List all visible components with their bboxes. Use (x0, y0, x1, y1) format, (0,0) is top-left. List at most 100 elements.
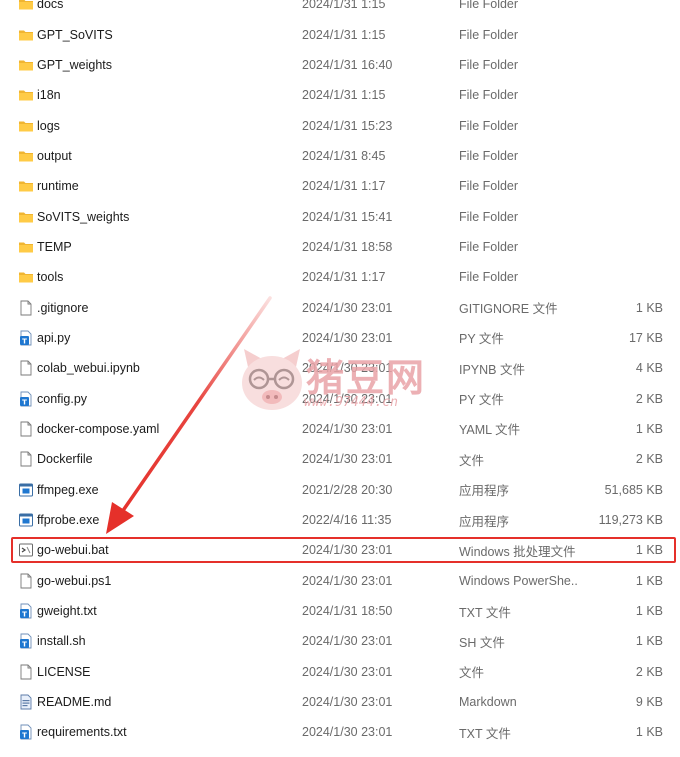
blue-text-file-icon: T (18, 724, 34, 740)
file-row-i18n[interactable]: i18n 2024/1/31 1:15 File Folder (0, 80, 680, 110)
file-size: 51,685 KB (604, 482, 663, 497)
file-type: PY 文件 (459, 393, 504, 408)
file-row-output[interactable]: output 2024/1/31 8:45 File Folder (0, 141, 680, 171)
file-name: go-webui.bat (37, 543, 109, 558)
file-date-modified: 2021/2/28 20:30 (302, 482, 393, 497)
file-date-modified: 2024/1/30 23:01 (302, 573, 393, 588)
file-date-modified: 2024/1/31 15:23 (302, 118, 393, 133)
file-name: runtime (37, 179, 79, 194)
folder-icon (18, 0, 34, 12)
file-type: File Folder (459, 179, 519, 194)
svg-text:T: T (22, 641, 27, 649)
file-type: 文件 (459, 666, 485, 681)
file-type: IPYNB 文件 (459, 362, 525, 377)
folder-icon (18, 209, 34, 225)
file-list: docs 2024/1/31 1:15 File Folder GPT_SoVITS 2… (0, 0, 680, 748)
file-name: .gitignore (37, 300, 89, 315)
file-type: GITIGNORE 文件 (459, 302, 558, 317)
folder-icon (18, 27, 34, 43)
file-date-modified: 2024/1/31 1:17 (302, 270, 386, 285)
file-size: 17 KB (628, 330, 663, 345)
file-name: SoVITS_weights (37, 209, 130, 224)
folder-icon (18, 118, 34, 134)
file-size: 1 KB (635, 604, 663, 619)
file-row-docker-compose-yaml[interactable]: docker-compose.yaml 2024/1/30 23:01 YAML 文… (0, 414, 680, 444)
file-row-go-webui-bat[interactable]: go-webui.bat 2024/1/30 23:01 Windows 批处理文件… (0, 535, 680, 565)
file-row-api-py[interactable]: Tapi.py 2024/1/30 23:01 PY 文件 17 KB (0, 323, 680, 353)
file-row-requirements-txt[interactable]: Trequirements.txt 2024/1/30 23:01 TXT 文件 1 … (0, 717, 680, 747)
file-name: ffprobe.exe (37, 513, 100, 528)
file-row-ffmpeg-exe[interactable]: ffmpeg.exe 2021/2/28 20:30 应用程序 51,685 KB (0, 475, 680, 505)
file-type: TXT 文件 (459, 726, 511, 741)
file-type: File Folder (459, 57, 519, 72)
file-row-ffprobe-exe[interactable]: ffprobe.exe 2022/4/16 11:35 应用程序 119,273 KB (0, 505, 680, 535)
svg-text:T: T (22, 611, 27, 619)
file-row-tools[interactable]: tools 2024/1/31 1:17 File Folder (0, 262, 680, 292)
file-row-gpt-sovits[interactable]: GPT_SoVITS 2024/1/31 1:15 File Folder (0, 19, 680, 49)
file-row-dockerfile[interactable]: Dockerfile 2024/1/30 23:01 文件 2 KB (0, 444, 680, 474)
folder-icon (18, 87, 34, 103)
file-size: 2 KB (635, 391, 663, 406)
bat-file-icon (18, 542, 34, 558)
file-name: tools (37, 270, 64, 285)
file-row-gpt-weights[interactable]: GPT_weights 2024/1/31 16:40 File Folder (0, 50, 680, 80)
file-row-license[interactable]: LICENSE 2024/1/30 23:01 文件 2 KB (0, 657, 680, 687)
file-type: File Folder (459, 270, 519, 285)
file-type: File Folder (459, 239, 519, 254)
file-size: 2 KB (635, 664, 663, 679)
blue-text-file-icon: T (18, 603, 34, 619)
file-type: File Folder (459, 0, 519, 12)
file-row-logs[interactable]: logs 2024/1/31 15:23 File Folder (0, 110, 680, 140)
file-type: 文件 (459, 453, 485, 468)
file-type: File Folder (459, 118, 519, 133)
file-name: docs (37, 0, 64, 12)
file-row-runtime[interactable]: runtime 2024/1/31 1:17 File Folder (0, 171, 680, 201)
file-date-modified: 2024/1/30 23:01 (302, 664, 393, 679)
file-size: 4 KB (635, 361, 663, 376)
svg-text:T: T (22, 398, 27, 406)
file-date-modified: 2024/1/30 23:01 (302, 695, 393, 710)
folder-icon (18, 239, 34, 255)
file-name: config.py (37, 391, 88, 406)
file-date-modified: 2024/1/30 23:01 (302, 330, 393, 345)
file-type: File Folder (459, 148, 519, 163)
file-row-docs[interactable]: docs 2024/1/31 1:15 File Folder (0, 0, 680, 19)
file-type: Markdown (459, 695, 517, 710)
file-date-modified: 2024/1/31 15:41 (302, 209, 393, 224)
blank-file-icon (18, 664, 34, 680)
blue-text-file-icon: T (18, 330, 34, 346)
file-row-go-webui-ps1[interactable]: go-webui.ps1 2024/1/30 23:01 Windows Power… (0, 566, 680, 596)
file-date-modified: 2024/1/31 16:40 (302, 57, 393, 72)
file-name: ffmpeg.exe (37, 482, 99, 497)
file-row-install-sh[interactable]: Tinstall.sh 2024/1/30 23:01 SH 文件 1 KB (0, 626, 680, 656)
file-name: requirements.txt (37, 725, 127, 740)
blank-file-icon (18, 573, 34, 589)
file-date-modified: 2024/1/30 23:01 (302, 421, 393, 436)
file-date-modified: 2024/1/30 23:01 (302, 634, 393, 649)
file-type: 应用程序 (459, 514, 510, 529)
file-date-modified: 2024/1/30 23:01 (302, 452, 393, 467)
file-row-gweight-txt[interactable]: Tgweight.txt 2024/1/31 18:50 TXT 文件 1 KB (0, 596, 680, 626)
file-row-colab-webui-ipynb[interactable]: colab_webui.ipynb 2024/1/30 23:01 IPYNB 文件… (0, 353, 680, 383)
exe-icon (18, 482, 34, 498)
file-size: 9 KB (635, 695, 663, 710)
file-row-sovits-weights[interactable]: SoVITS_weights 2024/1/31 15:41 File Folder (0, 201, 680, 231)
file-row-gitignore[interactable]: .gitignore 2024/1/30 23:01 GITIGNORE 文件 1 K… (0, 292, 680, 322)
markdown-file-icon (18, 694, 34, 710)
file-date-modified: 2024/1/30 23:01 (302, 543, 393, 558)
file-type: File Folder (459, 209, 519, 224)
file-date-modified: 2024/1/31 8:45 (302, 148, 386, 163)
file-name: go-webui.ps1 (37, 573, 112, 588)
file-name: LICENSE (37, 664, 91, 679)
file-row-config-py[interactable]: Tconfig.py 2024/1/30 23:01 PY 文件 2 KB (0, 383, 680, 413)
file-row-temp[interactable]: TEMP 2024/1/31 18:58 File Folder (0, 232, 680, 262)
file-row-readme-md[interactable]: README.md 2024/1/30 23:01 Markdown 9 KB (0, 687, 680, 717)
file-name: GPT_weights (37, 57, 113, 72)
file-name: README.md (37, 695, 112, 710)
folder-icon (18, 57, 34, 73)
file-size: 2 KB (635, 452, 663, 467)
file-date-modified: 2024/1/30 23:01 (302, 300, 393, 315)
file-type: File Folder (459, 88, 519, 103)
file-type: YAML 文件 (459, 423, 521, 438)
file-name: Dockerfile (37, 452, 93, 467)
